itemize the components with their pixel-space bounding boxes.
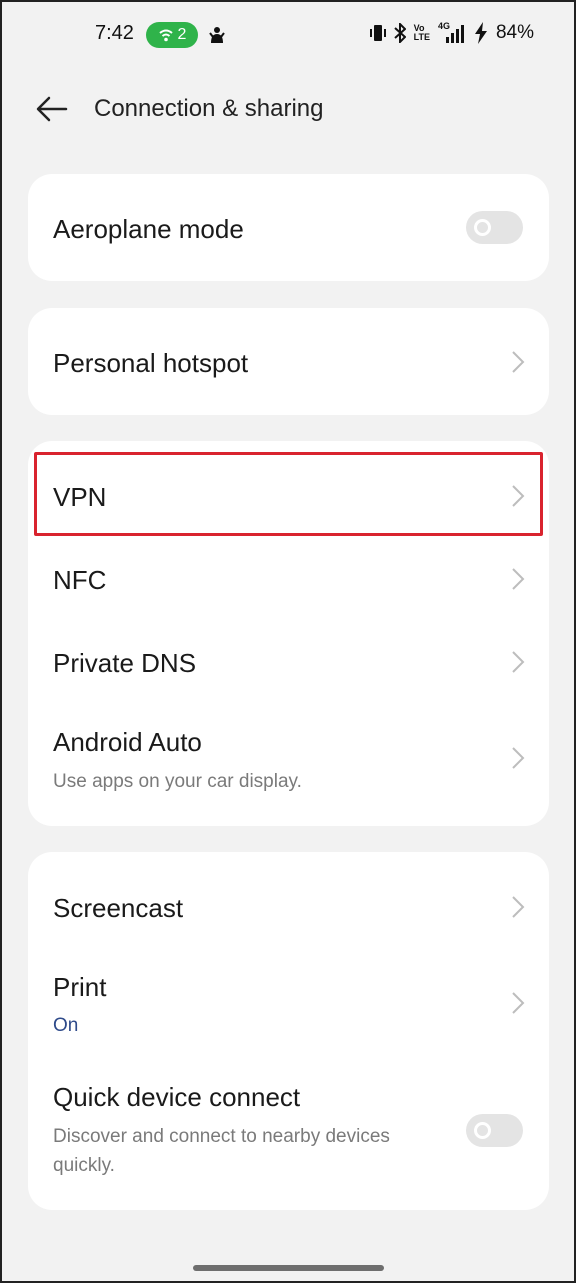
chevron-right-icon	[512, 747, 525, 769]
status-time: 7:42	[95, 22, 134, 44]
quick-device-connect-description: Discover and connect to nearby devices q…	[53, 1126, 390, 1176]
volte-bottom: LTE	[413, 32, 430, 42]
bluetooth-icon	[393, 23, 406, 43]
chevron-right-icon	[512, 896, 525, 918]
print-status: On	[53, 1015, 79, 1036]
card-hotspot: Personal hotspot	[28, 308, 549, 415]
chevron-right-icon	[512, 568, 525, 590]
back-arrow-icon[interactable]	[36, 95, 68, 123]
chevron-right-icon	[512, 992, 525, 1014]
quick-device-connect-toggle[interactable]	[466, 1114, 523, 1147]
row-private-dns[interactable]: Private DNS	[28, 621, 549, 705]
notification-icon	[209, 27, 225, 43]
network-type: 4G	[437, 21, 450, 31]
android-auto-description: Use apps on your car display.	[53, 771, 302, 792]
print-label: Print	[53, 972, 107, 1002]
status-bar: 7:42 2 Vo LTE 4G 84%	[0, 0, 576, 72]
nfc-label: NFC	[53, 565, 107, 595]
vpn-highlight-box	[34, 452, 543, 536]
row-personal-hotspot[interactable]: Personal hotspot	[28, 308, 549, 415]
screencast-label: Screencast	[53, 893, 184, 923]
row-print[interactable]: Print On	[28, 948, 549, 1058]
aeroplane-mode-toggle[interactable]	[466, 211, 523, 244]
signal-indicator: 4G	[437, 21, 466, 43]
chevron-right-icon	[512, 651, 525, 673]
android-auto-label: Android Auto	[53, 727, 202, 757]
row-quick-device-connect[interactable]: Quick device connect Discover and connec…	[28, 1058, 549, 1198]
page-title: Connection & sharing	[94, 95, 324, 122]
chevron-right-icon	[512, 351, 525, 373]
status-right-group: Vo LTE 4G 84%	[369, 21, 534, 44]
volte-indicator: Vo LTE	[414, 24, 430, 42]
row-aeroplane-mode[interactable]: Aeroplane mode	[28, 174, 549, 281]
card-aeroplane: Aeroplane mode	[28, 174, 549, 281]
hotspot-indicator: 2	[146, 22, 198, 48]
hotspot-count: 2	[177, 26, 187, 43]
charging-icon	[474, 22, 487, 44]
aeroplane-mode-label: Aeroplane mode	[53, 214, 244, 244]
toggle-knob	[474, 1122, 491, 1139]
row-nfc[interactable]: NFC	[28, 537, 549, 621]
row-screencast[interactable]: Screencast	[28, 864, 549, 948]
toggle-knob	[474, 219, 491, 236]
card-sharing: Screencast Print On Quick device connect…	[28, 852, 549, 1210]
row-android-auto[interactable]: Android Auto Use apps on your car displa…	[28, 705, 549, 815]
personal-hotspot-label: Personal hotspot	[53, 348, 249, 378]
private-dns-label: Private DNS	[53, 648, 197, 678]
battery-level: 84%	[495, 22, 534, 43]
hotspot-icon	[158, 29, 173, 42]
vibrate-icon	[369, 25, 386, 41]
quick-device-connect-label: Quick device connect	[53, 1082, 301, 1112]
page-header: Connection & sharing	[0, 80, 576, 140]
home-indicator[interactable]	[193, 1265, 384, 1271]
